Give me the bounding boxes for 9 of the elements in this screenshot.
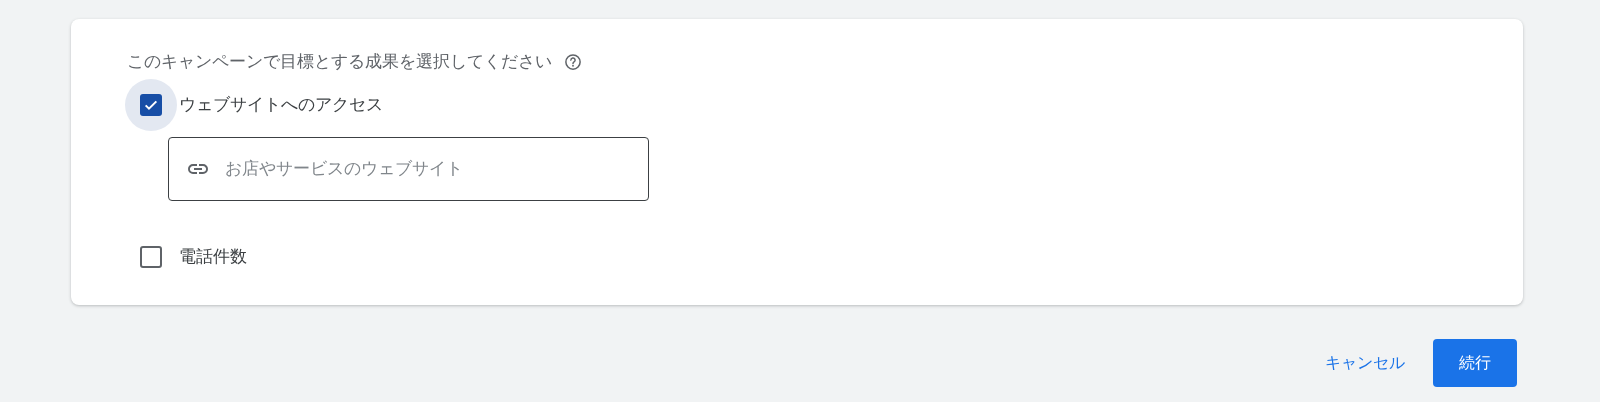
help-icon[interactable] [564,53,582,71]
option-label: 電話件数 [179,246,247,269]
question-label: このキャンペーンで目標とする成果を選択してください [127,51,552,74]
url-input-field[interactable]: お店やサービスのウェブサイト [168,137,649,201]
cancel-button[interactable]: キャンセル [1321,343,1409,383]
continue-button[interactable]: 続行 [1433,339,1517,387]
checkbox[interactable] [140,94,162,116]
option-label: ウェブサイトへのアクセス [179,94,383,117]
checkbox[interactable] [140,246,162,268]
